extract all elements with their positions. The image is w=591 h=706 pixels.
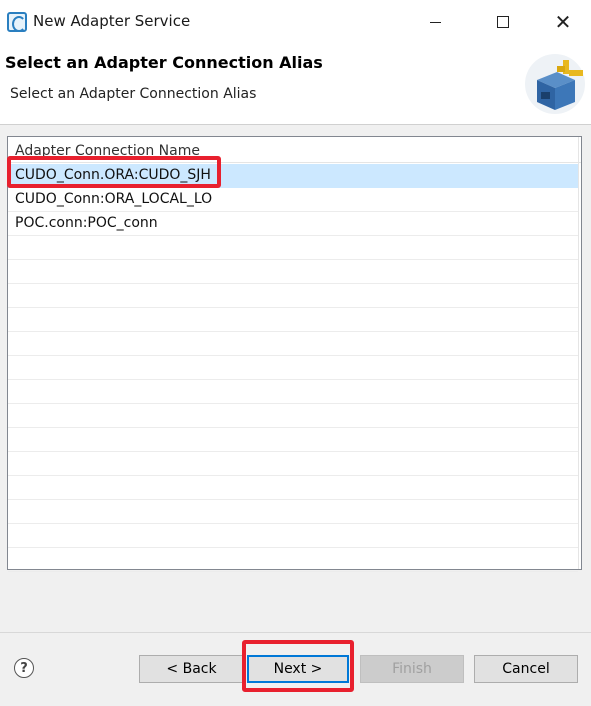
connection-name: CUDO_Conn:ORA_LOCAL_LO: [15, 191, 213, 207]
table-row[interactable]: POC.conn:POC_conn: [8, 212, 578, 236]
close-icon: ✕: [554, 10, 572, 34]
connection-table[interactable]: Adapter Connection Name CUDO_Conn.ORA:CU…: [7, 136, 582, 572]
empty-row: [8, 236, 578, 260]
empty-row: [8, 332, 578, 356]
empty-row: [8, 356, 578, 380]
window-title: New Adapter Service: [33, 12, 191, 30]
column-divider: [578, 137, 579, 569]
empty-row: [8, 404, 578, 428]
adapter-plug-icon: [525, 54, 585, 114]
minimize-button[interactable]: [412, 0, 458, 44]
column-header-label: Adapter Connection Name: [15, 143, 200, 159]
title-bar: New Adapter Service ✕: [0, 0, 591, 44]
wizard-header: Select an Adapter Connection Alias Selec…: [0, 44, 591, 124]
empty-row: [8, 500, 578, 524]
next-button[interactable]: Next >: [247, 655, 349, 683]
app-icon: [7, 12, 27, 32]
table-row[interactable]: CUDO_Conn.ORA:CUDO_SJH: [8, 164, 578, 188]
close-button[interactable]: ✕: [540, 0, 586, 44]
page-title: Select an Adapter Connection Alias: [5, 53, 323, 72]
empty-row: [8, 284, 578, 308]
empty-row: [8, 260, 578, 284]
header-separator: [0, 124, 591, 125]
column-header-connection-name[interactable]: Adapter Connection Name: [8, 137, 581, 163]
finish-button: Finish: [360, 655, 464, 683]
back-button[interactable]: < Back: [139, 655, 244, 683]
maximize-button[interactable]: [480, 0, 526, 44]
connection-name: CUDO_Conn.ORA:CUDO_SJH: [15, 167, 211, 183]
table-row[interactable]: CUDO_Conn:ORA_LOCAL_LO: [8, 188, 578, 212]
empty-row: [8, 308, 578, 332]
cancel-button[interactable]: Cancel: [474, 655, 578, 683]
empty-row: [8, 428, 578, 452]
maximize-icon: [497, 16, 509, 28]
footer-separator: [0, 632, 591, 633]
minimize-icon: [429, 21, 441, 23]
help-icon[interactable]: ?: [14, 658, 34, 678]
empty-row: [8, 476, 578, 500]
empty-row: [8, 548, 578, 572]
connection-name: POC.conn:POC_conn: [15, 215, 158, 231]
empty-row: [8, 524, 578, 548]
empty-row: [8, 452, 578, 476]
page-description: Select an Adapter Connection Alias: [10, 86, 257, 102]
empty-row: [8, 380, 578, 404]
